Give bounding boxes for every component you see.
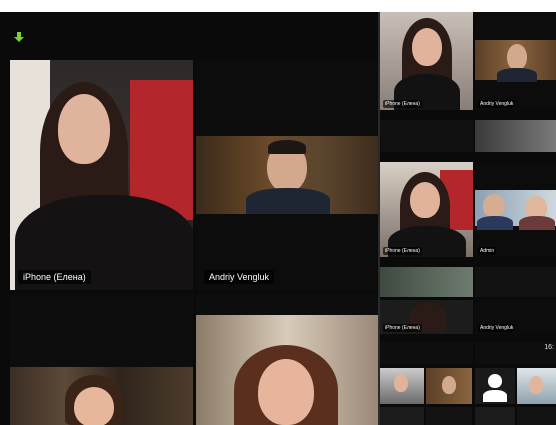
video-tile-elena[interactable]: iPhone (Елена) [10, 60, 193, 290]
mini-tile-8[interactable] [517, 407, 556, 425]
video-tile-andriy[interactable]: Andriy Vengluk [196, 60, 378, 290]
thumb-tile-elena-3[interactable]: iPhone (Елена) [380, 300, 473, 334]
thumb-tile-andriy[interactable]: Andriy Vengluk [475, 12, 556, 110]
participant-name-tag: Andriy Vengluk [204, 270, 275, 284]
video-feed [10, 60, 193, 290]
mini-tile-4[interactable] [517, 368, 556, 404]
thumb-tile-elena[interactable]: iPhone (Елена) [380, 12, 473, 110]
thumb-tile-8[interactable] [475, 267, 556, 297]
video-feed [196, 295, 378, 425]
main-gallery: iPhone (Елена) Andriy Vengluk [0, 12, 378, 425]
face [74, 387, 114, 425]
participant-name-tag: iPhone (Елена) [383, 324, 422, 332]
face [258, 359, 314, 425]
thumb-tile-3[interactable] [380, 120, 473, 152]
mini-tile-5[interactable] [380, 407, 424, 425]
face [58, 94, 110, 164]
participant-name-tag: iPhone (Елена) [383, 100, 422, 108]
mini-tile-1[interactable] [380, 368, 424, 404]
thumb-tile-4[interactable] [475, 120, 556, 152]
clock-text: 16: [544, 344, 554, 351]
top-strip [0, 0, 556, 12]
thumb-tile-andriy-2[interactable]: Andriy Vengluk [475, 300, 556, 334]
mini-tile-2[interactable] [426, 368, 472, 404]
participant-name-tag: Andriy Vengluk [478, 100, 516, 108]
video-tile-participant-3[interactable] [10, 295, 193, 425]
thumb-tile-12[interactable]: 16: [475, 342, 556, 364]
participant-name-tag: Andriy Vengluk [478, 324, 516, 332]
participant-name-tag: iPhone (Елена) [383, 247, 422, 255]
mini-tile-6[interactable] [426, 407, 472, 425]
video-feed [196, 60, 378, 290]
video-feed [10, 295, 193, 425]
video-tile-participant-4[interactable] [196, 295, 378, 425]
arrow-down-icon[interactable] [13, 31, 25, 43]
thumb-tile-7[interactable] [380, 267, 473, 297]
mini-tile-7[interactable] [475, 407, 515, 425]
thumb-tile-admin[interactable]: Admin [475, 162, 556, 257]
side-gallery: iPhone (Елена) Andriy Vengluk iPhone (Ел… [380, 12, 556, 425]
participant-name-tag: Admin [478, 247, 497, 255]
thumb-tile-11[interactable] [380, 342, 473, 364]
participant-name-tag: iPhone (Елена) [18, 270, 91, 284]
thumb-tile-elena-2[interactable]: iPhone (Елена) [380, 162, 473, 257]
mini-tile-3[interactable] [475, 368, 515, 404]
avatar-placeholder [488, 374, 502, 388]
